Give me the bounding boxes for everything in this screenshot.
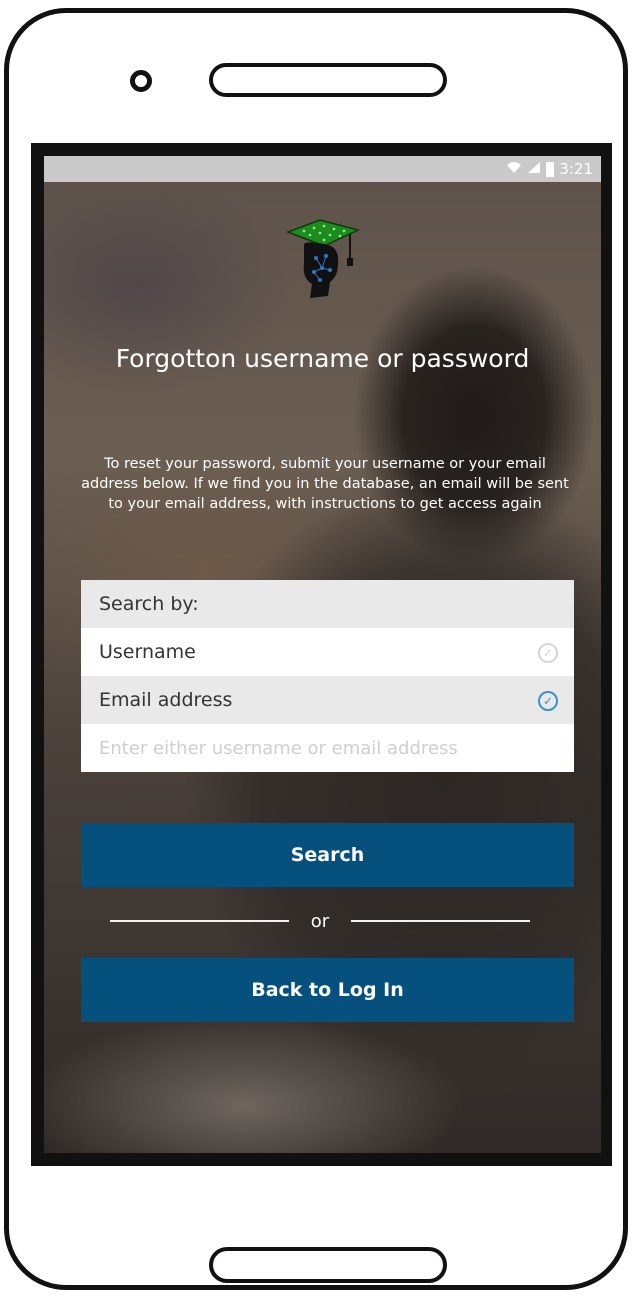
signal-icon <box>527 161 541 178</box>
divider-line-left <box>110 920 289 922</box>
battery-icon <box>546 161 555 177</box>
divider-line-right <box>351 920 531 922</box>
wifi-icon <box>506 161 522 178</box>
search-button[interactable]: Search <box>81 823 574 887</box>
search-option-username[interactable]: Username ✓ <box>81 628 574 676</box>
search-option-label: Email address <box>99 689 233 711</box>
search-by-header: Search by: <box>81 580 574 628</box>
screen: 3:21 Forgotton username or password To r… <box>44 156 601 1153</box>
unchecked-circle-icon[interactable]: ✓ <box>538 643 558 663</box>
home-button[interactable] <box>209 1247 447 1283</box>
page-title: Forgotton username or password <box>115 344 530 373</box>
status-bar: 3:21 <box>44 156 601 182</box>
back-to-login-button[interactable]: Back to Log In <box>81 958 574 1022</box>
search-option-label: Username <box>99 641 196 663</box>
checked-circle-icon[interactable]: ✓ <box>538 691 558 711</box>
or-divider: or <box>110 908 531 934</box>
graduation-logo-icon <box>285 219 360 298</box>
status-time: 3:21 <box>559 160 593 178</box>
search-input[interactable] <box>81 724 574 772</box>
camera-icon <box>130 70 152 92</box>
speaker-grille <box>209 63 447 97</box>
divider-text: or <box>310 910 330 932</box>
instructions-text: To reset your password, submit your user… <box>81 456 569 512</box>
search-by-panel: Search by: Username ✓ Email address ✓ <box>81 580 574 772</box>
search-option-email[interactable]: Email address ✓ <box>81 676 574 724</box>
search-by-label: Search by: <box>99 593 199 615</box>
